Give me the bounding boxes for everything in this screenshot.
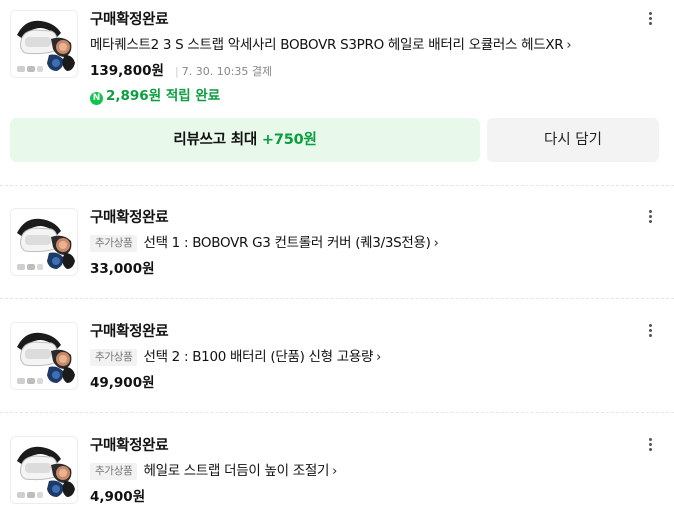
write-review-button[interactable]: 리뷰쓰고 최대 +750원 bbox=[10, 118, 480, 162]
point-row: N 2,896원 적립 완료 bbox=[90, 87, 634, 105]
more-options-button[interactable] bbox=[642, 208, 658, 226]
order-status: 구매확정완료 bbox=[90, 12, 169, 28]
price: 49,900원 bbox=[90, 375, 155, 391]
addon-tag: 추가상품 bbox=[90, 349, 138, 366]
divider bbox=[0, 185, 674, 186]
price: 33,000원 bbox=[90, 261, 155, 277]
divider bbox=[0, 412, 674, 413]
order-info: 구매확정완료 추가상품 선택 2 : B100 배터리 (단품) 신형 고용량 › … bbox=[90, 322, 634, 392]
add-to-cart-again-button[interactable]: 다시 담기 bbox=[487, 118, 659, 162]
review-bonus-amount: +750원 bbox=[261, 132, 317, 148]
more-options-button[interactable] bbox=[642, 322, 658, 340]
payment-date: 7. 30. 10:35 결제 bbox=[181, 65, 273, 78]
chevron-right-icon: › bbox=[433, 236, 439, 251]
more-options-button[interactable] bbox=[642, 436, 658, 454]
price-row: 49,900원 bbox=[90, 373, 634, 392]
order-status: 구매확정완료 bbox=[90, 324, 169, 340]
more-vertical-icon bbox=[648, 210, 652, 213]
divider bbox=[0, 298, 674, 299]
review-button-label: 리뷰쓰고 최대 bbox=[173, 132, 258, 148]
product-title: 선택 2 : B100 배터리 (단품) 신형 고용량 bbox=[143, 349, 374, 365]
order-item: 구매확정완료 추가상품 선택 2 : B100 배터리 (단품) 신형 고용량 › … bbox=[10, 322, 664, 392]
order-item: 구매확정완료 추가상품 선택 1 : BOBOVR G3 컨트롤러 커버 (퀘3/… bbox=[10, 208, 664, 278]
more-options-button[interactable] bbox=[642, 10, 658, 28]
order-status: 구매확정완료 bbox=[90, 438, 169, 454]
addon-tag: 추가상품 bbox=[90, 463, 138, 480]
order-item: 구매확정완료 메타퀘스트2 3 S 스트랩 악세사리 BOBOVR S3PRO … bbox=[10, 10, 664, 110]
price-row: 139,800원 | 7. 30. 10:35 결제 bbox=[90, 61, 634, 81]
order-status: 구매확정완료 bbox=[90, 210, 169, 226]
price-row: 4,900원 bbox=[90, 487, 634, 506]
addon-tag: 추가상품 bbox=[90, 235, 138, 252]
product-title-link[interactable]: 추가상품 선택 2 : B100 배터리 (단품) 신형 고용량 › bbox=[90, 348, 634, 367]
product-thumbnail[interactable] bbox=[10, 208, 78, 276]
product-thumbnail[interactable] bbox=[10, 322, 78, 390]
product-title-link[interactable]: 추가상품 헤일로 스트랩 더듬이 높이 조절기 › bbox=[90, 462, 634, 481]
product-title: 메타퀘스트2 3 S 스트랩 악세사리 BOBOVR S3PRO 헤일로 배터리… bbox=[90, 37, 564, 53]
point-text: 2,896원 적립 완료 bbox=[106, 88, 221, 104]
product-thumbnail[interactable] bbox=[10, 10, 78, 78]
chevron-right-icon: › bbox=[376, 350, 382, 365]
chevron-right-icon: › bbox=[566, 38, 572, 53]
more-vertical-icon bbox=[648, 324, 652, 327]
order-info: 구매확정완료 메타퀘스트2 3 S 스트랩 악세사리 BOBOVR S3PRO … bbox=[90, 10, 634, 105]
product-title: 헤일로 스트랩 더듬이 높이 조절기 bbox=[143, 463, 330, 479]
product-title-link[interactable]: 추가상품 선택 1 : BOBOVR G3 컨트롤러 커버 (퀘3/3S전용) › bbox=[90, 234, 634, 253]
order-info: 구매확정완료 추가상품 선택 1 : BOBOVR G3 컨트롤러 커버 (퀘3/… bbox=[90, 208, 634, 278]
price: 4,900원 bbox=[90, 489, 146, 505]
chevron-right-icon: › bbox=[332, 464, 338, 479]
more-vertical-icon bbox=[648, 438, 652, 441]
order-item: 구매확정완료 추가상품 헤일로 스트랩 더듬이 높이 조절기 › 4,900원 bbox=[10, 436, 664, 506]
product-title-link[interactable]: 메타퀘스트2 3 S 스트랩 악세사리 BOBOVR S3PRO 헤일로 배터리… bbox=[90, 36, 634, 55]
order-info: 구매확정완료 추가상품 헤일로 스트랩 더듬이 높이 조절기 › 4,900원 bbox=[90, 436, 634, 506]
product-title: 선택 1 : BOBOVR G3 컨트롤러 커버 (퀘3/3S전용) bbox=[143, 235, 431, 251]
price-row: 33,000원 bbox=[90, 259, 634, 278]
separator: | bbox=[175, 65, 179, 78]
price: 139,800원 bbox=[90, 63, 164, 79]
more-vertical-icon bbox=[648, 12, 652, 15]
naverpay-point-icon: N bbox=[90, 92, 103, 105]
product-thumbnail[interactable] bbox=[10, 436, 78, 504]
